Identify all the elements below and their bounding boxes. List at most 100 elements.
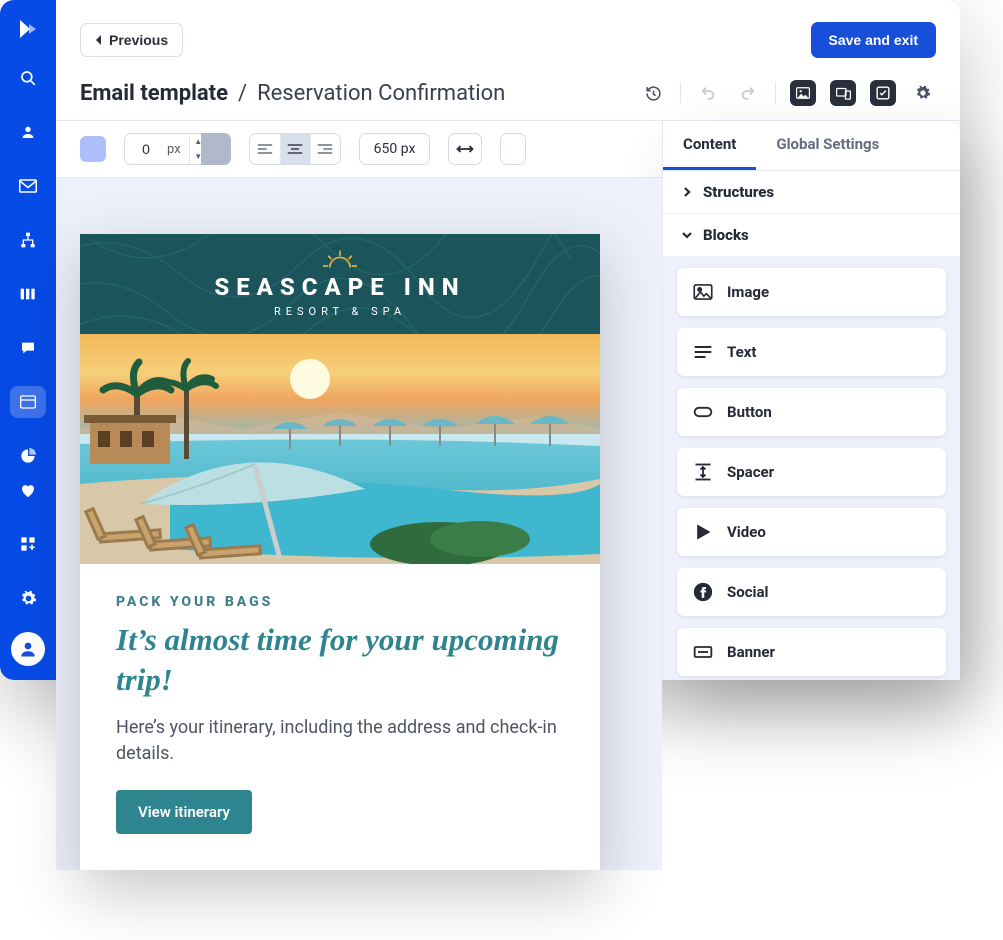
- canvas-viewport[interactable]: SEASCAPE INN RESORT & SPA: [56, 178, 662, 870]
- align-left-button[interactable]: [250, 134, 280, 164]
- block-button[interactable]: Button: [677, 388, 946, 436]
- nav-contacts[interactable]: [10, 116, 46, 148]
- page-title: Email template: [80, 81, 228, 106]
- section-blocks-label: Blocks: [703, 226, 749, 244]
- align-right-button[interactable]: [310, 134, 340, 164]
- tab-global-settings[interactable]: Global Settings: [756, 121, 899, 170]
- chevron-down-icon: [681, 229, 693, 241]
- title-bar: Email template / Reservation Confirmatio…: [56, 58, 960, 121]
- email-preview[interactable]: SEASCAPE INN RESORT & SPA: [80, 234, 600, 870]
- cta-button[interactable]: View itinerary: [116, 790, 252, 834]
- nav-apps[interactable]: [10, 528, 46, 560]
- columns-icon: [20, 287, 36, 301]
- expand-width-button[interactable]: [448, 133, 482, 165]
- brand-name: SEASCAPE INN: [214, 273, 465, 301]
- nav-site[interactable]: [10, 386, 46, 418]
- tab-content[interactable]: Content: [663, 121, 756, 170]
- search-icon: [19, 69, 37, 87]
- person-icon: [20, 124, 36, 140]
- button-icon: [693, 402, 713, 422]
- social-icon: [693, 582, 713, 602]
- gear-icon: [20, 590, 37, 607]
- nav-reports[interactable]: [10, 440, 46, 472]
- sun-icon: [323, 250, 357, 270]
- previous-button[interactable]: Previous: [80, 23, 183, 57]
- chat-icon: [20, 340, 36, 356]
- nav-deals[interactable]: [10, 278, 46, 310]
- padding-input[interactable]: [125, 141, 167, 157]
- nav-settings[interactable]: [10, 582, 46, 614]
- title-separator: /: [238, 81, 247, 106]
- panel-tabs: Content Global Settings: [663, 121, 960, 171]
- banner-icon: [693, 642, 713, 662]
- padding-field[interactable]: px ▲▼: [124, 133, 208, 165]
- block-label: Image: [727, 283, 769, 301]
- check-box-icon: [876, 86, 890, 100]
- nav-search[interactable]: [10, 62, 46, 94]
- block-text[interactable]: Text: [677, 328, 946, 376]
- align-center-icon: [287, 143, 303, 155]
- bg-color-swatch[interactable]: [80, 136, 106, 162]
- nav-favorites[interactable]: [10, 474, 46, 506]
- heart-icon: [20, 483, 36, 498]
- hero-section: SEASCAPE INN RESORT & SPA: [80, 234, 600, 564]
- align-center-button[interactable]: [280, 134, 310, 164]
- image-tool-button[interactable]: [790, 80, 816, 106]
- block-spacer[interactable]: Spacer: [677, 448, 946, 496]
- divider: [680, 82, 681, 104]
- caret-left-icon: [95, 35, 103, 45]
- apps-icon: [20, 536, 36, 552]
- extra-color-swatch[interactable]: [500, 133, 526, 165]
- block-social[interactable]: Social: [677, 568, 946, 616]
- align-left-icon: [257, 143, 273, 155]
- test-button[interactable]: [870, 80, 896, 106]
- block-image[interactable]: Image: [677, 268, 946, 316]
- pie-icon: [20, 448, 36, 464]
- canvas-area: px ▲▼ 650 px: [56, 121, 662, 680]
- section-structures-label: Structures: [703, 183, 774, 201]
- top-bar: Previous Save and exit: [56, 0, 960, 58]
- save-and-exit-button[interactable]: Save and exit: [811, 22, 937, 58]
- body-text: Here’s your itinerary, including the add…: [116, 715, 564, 767]
- block-label: Spacer: [727, 463, 774, 481]
- template-name: Reservation Confirmation: [257, 81, 505, 106]
- left-rail: [0, 0, 56, 680]
- device-preview-button[interactable]: [830, 80, 856, 106]
- width-display[interactable]: 650 px: [359, 133, 431, 165]
- settings-button[interactable]: [910, 80, 936, 106]
- user-avatar[interactable]: [11, 632, 45, 666]
- nav-automations[interactable]: [10, 224, 46, 256]
- image-icon: [796, 87, 810, 99]
- padding-unit: px: [167, 142, 189, 157]
- eyebrow: PACK YOUR BAGS: [116, 594, 564, 610]
- spacer-icon: [693, 462, 713, 482]
- email-body: PACK YOUR BAGS It’s almost time for your…: [80, 564, 600, 870]
- hero-image: [80, 334, 600, 564]
- block-label: Video: [727, 523, 766, 541]
- nav-campaigns[interactable]: [10, 170, 46, 202]
- block-label: Text: [727, 343, 756, 361]
- block-video[interactable]: Video: [677, 508, 946, 556]
- align-group: [249, 133, 341, 165]
- person-icon: [19, 640, 37, 658]
- undo-button[interactable]: [695, 80, 721, 106]
- block-banner[interactable]: Banner: [677, 628, 946, 676]
- hero-header: SEASCAPE INN RESORT & SPA: [80, 234, 600, 334]
- image-icon: [693, 282, 713, 302]
- align-right-icon: [317, 143, 333, 155]
- history-icon: [645, 85, 662, 102]
- blocks-list: Image Text Button Spacer: [663, 256, 960, 680]
- history-button[interactable]: [640, 80, 666, 106]
- undo-icon: [700, 85, 716, 101]
- envelope-icon: [19, 179, 37, 193]
- secondary-color-swatch[interactable]: [201, 133, 231, 165]
- section-structures[interactable]: Structures: [663, 171, 960, 214]
- play-icon: [693, 522, 713, 542]
- block-label: Button: [727, 403, 772, 421]
- divider: [775, 82, 776, 104]
- nav-conversations[interactable]: [10, 332, 46, 364]
- section-blocks[interactable]: Blocks: [663, 214, 960, 256]
- redo-button[interactable]: [735, 80, 761, 106]
- brand-logo[interactable]: [13, 14, 43, 44]
- main-column: Previous Save and exit Email template / …: [56, 0, 960, 680]
